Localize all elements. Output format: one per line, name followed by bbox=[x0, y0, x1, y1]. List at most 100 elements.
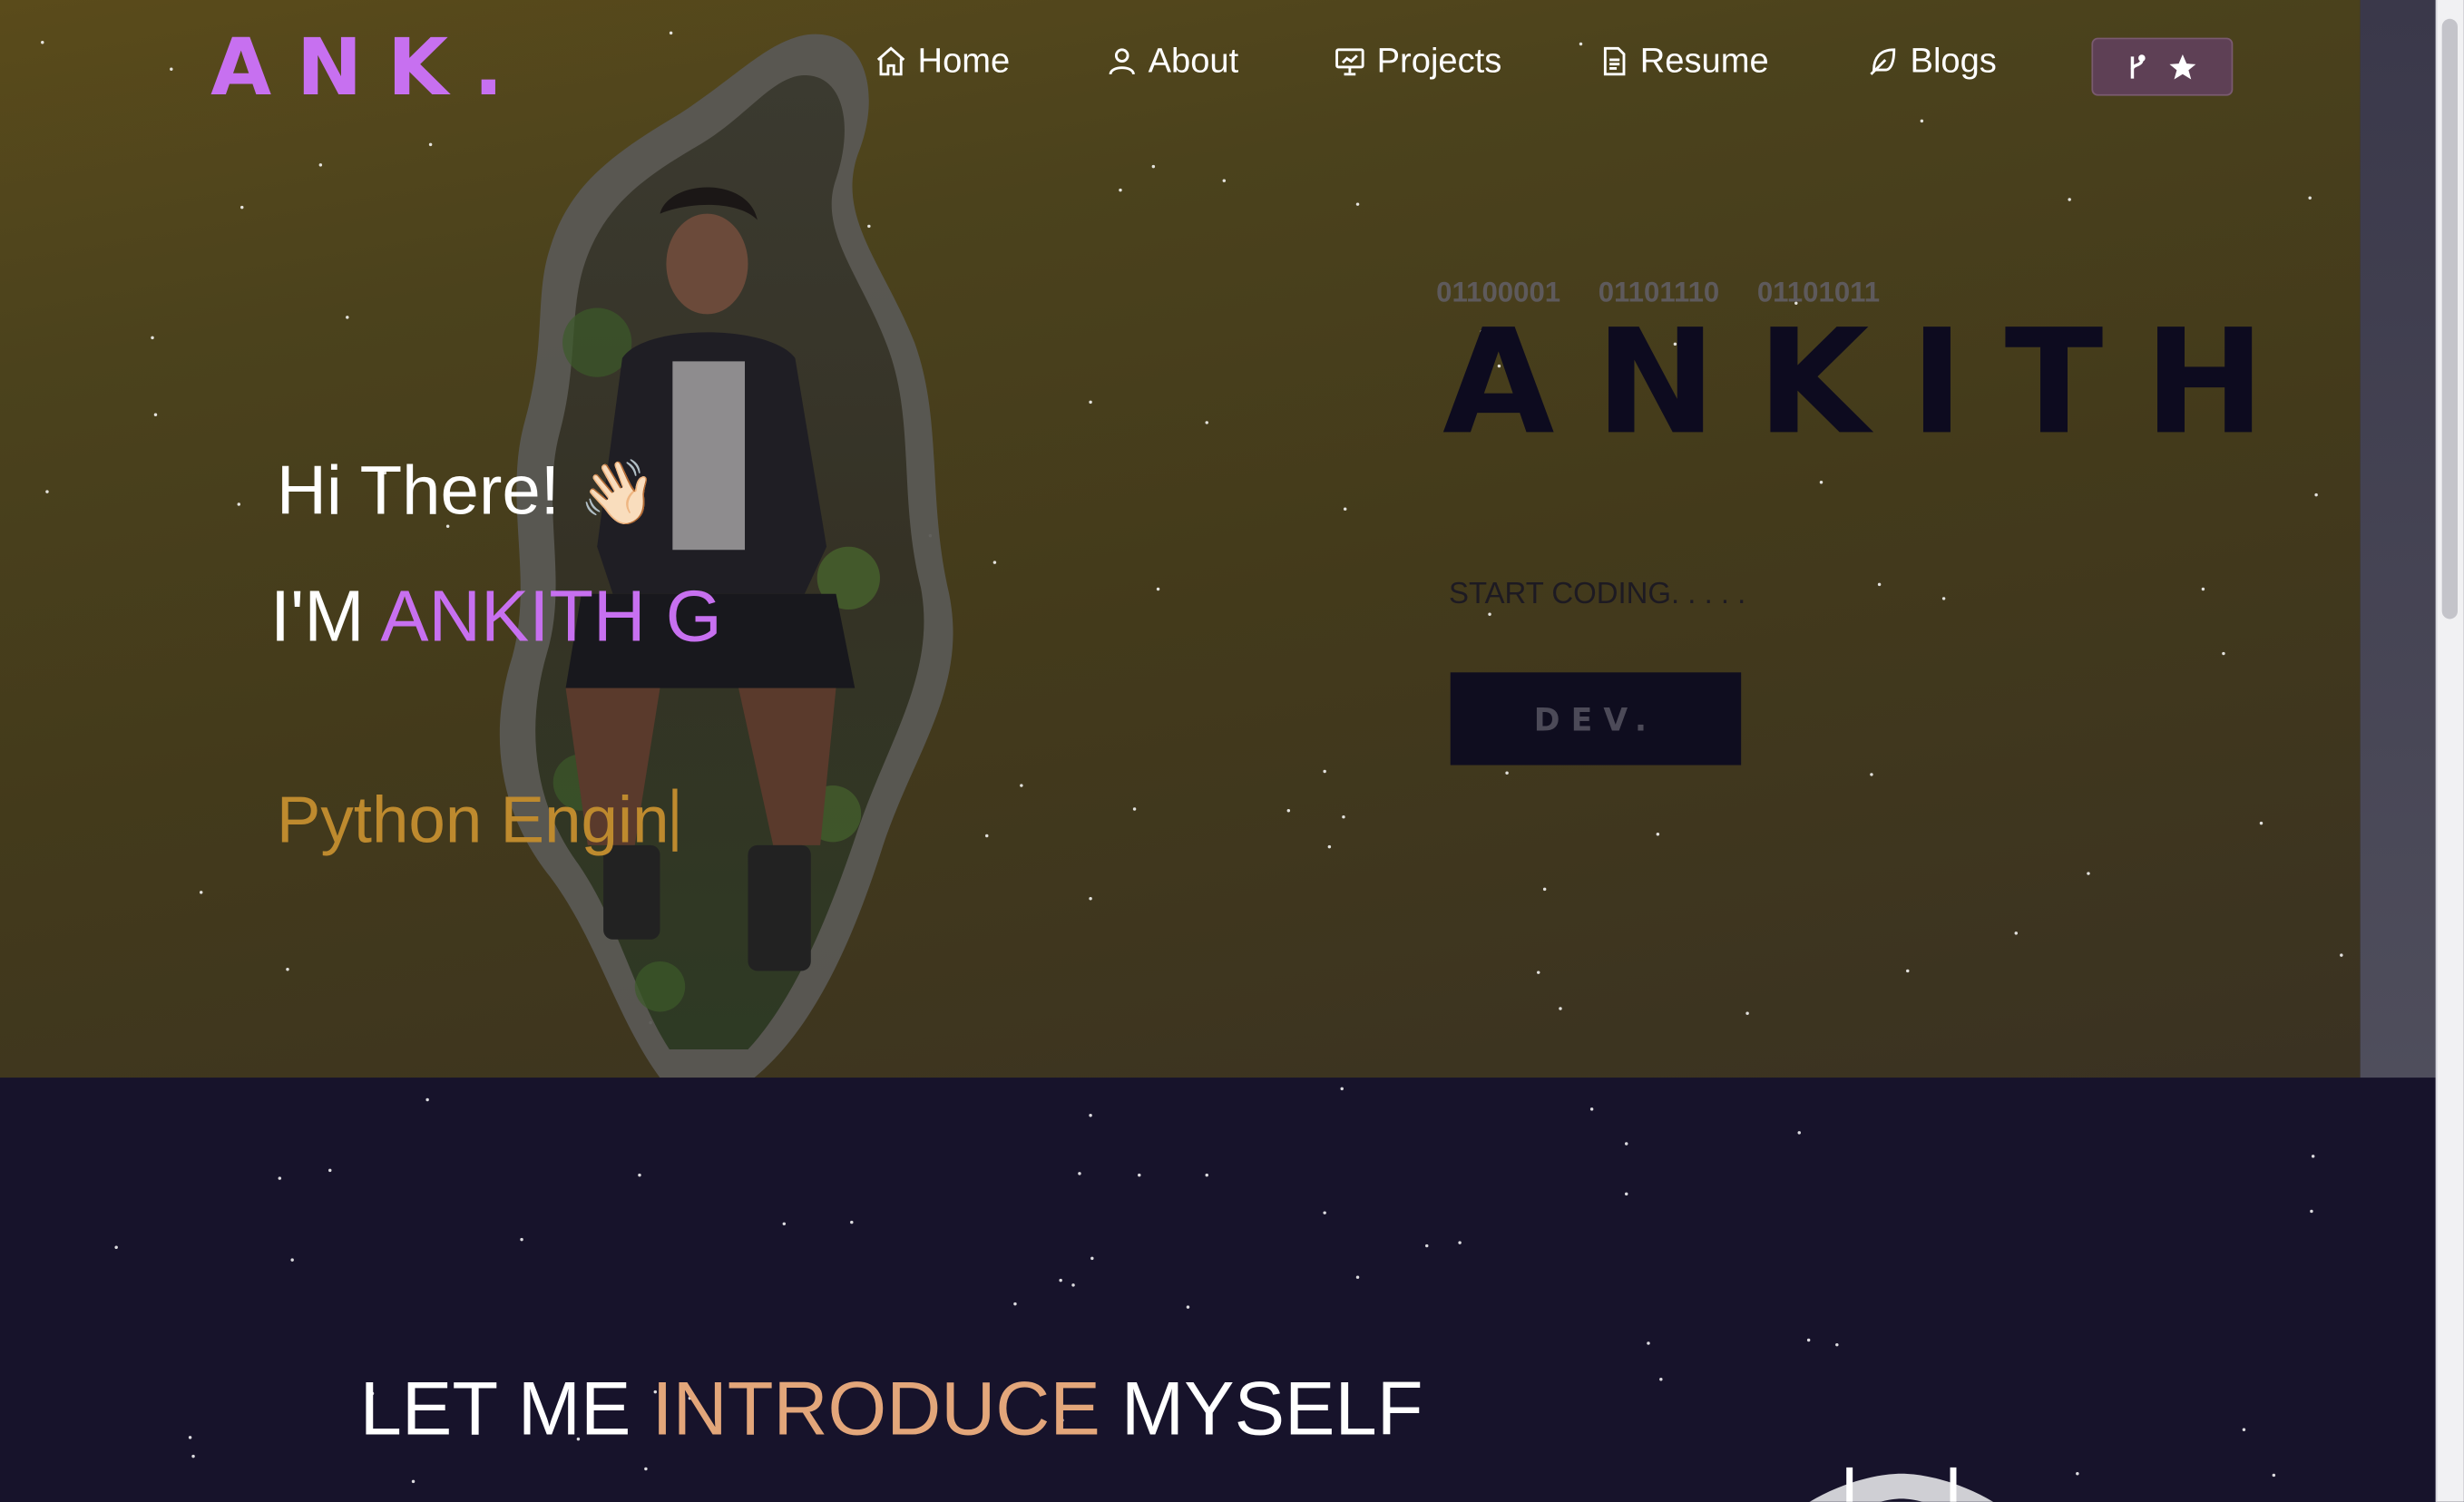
page-edge bbox=[2360, 0, 2436, 1078]
star-dot bbox=[191, 1454, 195, 1458]
star-dot bbox=[1797, 1131, 1801, 1135]
star-dot bbox=[2259, 821, 2264, 825]
greeting-heading: Hi There! 👋🏻 bbox=[277, 453, 658, 532]
document-icon bbox=[1603, 46, 1625, 76]
star-dot bbox=[2308, 196, 2312, 200]
main-nav: Home About Projects Resume Blogs bbox=[874, 41, 1997, 82]
star-dot bbox=[1078, 1172, 1081, 1175]
star-dot bbox=[1624, 1192, 1628, 1196]
presentation-icon bbox=[1335, 48, 1364, 76]
star-dot bbox=[1542, 887, 1547, 892]
star-dot bbox=[286, 967, 289, 971]
star-dot bbox=[1323, 1211, 1326, 1214]
star-dot bbox=[1488, 612, 1491, 616]
star-dot bbox=[1186, 1305, 1190, 1309]
intro-heading: LET ME INTRODUCE MYSELF bbox=[360, 1367, 1423, 1453]
greeting-text: Hi There! bbox=[276, 452, 560, 530]
star-dot bbox=[1505, 771, 1509, 775]
wave-emoji: 👋🏻 bbox=[579, 458, 658, 528]
star-dot bbox=[237, 502, 241, 506]
star-dot bbox=[1656, 833, 1660, 836]
name-heading: I'M ANKITH G bbox=[270, 573, 722, 658]
star-dot bbox=[1745, 1011, 1749, 1015]
star-dot bbox=[1536, 970, 1540, 974]
typing-cursor bbox=[672, 788, 678, 852]
star-dot bbox=[1877, 582, 1882, 587]
star-dot bbox=[2222, 651, 2225, 656]
nav-item-about[interactable]: About bbox=[1104, 41, 1238, 82]
nav-label: Projects bbox=[1376, 41, 1502, 81]
star-dot bbox=[1342, 814, 1345, 819]
star-dot bbox=[1222, 179, 1227, 182]
hero-section: ANK. Home About Projects Resume Blogs Hi… bbox=[0, 0, 2361, 1078]
star-dot bbox=[1138, 1173, 1141, 1177]
star-dot bbox=[41, 41, 44, 44]
hero-name: ANKITH G bbox=[380, 574, 722, 658]
star-dot bbox=[1071, 1283, 1075, 1287]
star-dot bbox=[240, 205, 244, 210]
star-dot bbox=[2311, 1155, 2315, 1158]
scrollbar-thumb[interactable] bbox=[2441, 18, 2459, 619]
nav-label: Blogs bbox=[1910, 41, 1997, 81]
star-dot bbox=[45, 490, 49, 493]
star-dot bbox=[2242, 1428, 2246, 1431]
star-dot bbox=[1089, 400, 1092, 405]
nav-item-projects[interactable]: Projects bbox=[1333, 41, 1501, 82]
nav-item-resume[interactable]: Resume bbox=[1596, 41, 1769, 82]
star-dot bbox=[151, 336, 154, 340]
star-dot bbox=[278, 1176, 282, 1180]
star-dot bbox=[290, 1258, 294, 1262]
star-dot bbox=[985, 834, 989, 838]
star-dot bbox=[1286, 809, 1291, 813]
star-dot bbox=[1425, 1244, 1429, 1248]
star-dot bbox=[1819, 481, 1824, 484]
star-dot bbox=[992, 561, 997, 564]
star-dot bbox=[1458, 1241, 1462, 1244]
star-dot bbox=[1205, 1173, 1208, 1177]
start-coding-text: START CODING. . . . . bbox=[1448, 578, 1746, 611]
star-dot bbox=[1151, 164, 1156, 169]
star-dot bbox=[411, 1479, 416, 1484]
star-dot bbox=[328, 1168, 332, 1173]
user-icon bbox=[1109, 48, 1135, 75]
star-dot bbox=[520, 1237, 523, 1242]
feather-icon bbox=[1869, 48, 1895, 75]
big-name-title: ANKITH bbox=[1442, 298, 2306, 467]
star-dot bbox=[1132, 807, 1137, 811]
star-dot bbox=[1089, 1114, 1092, 1117]
star-dot bbox=[2201, 587, 2205, 591]
star-dot bbox=[346, 316, 349, 319]
star-dot bbox=[2014, 931, 2019, 935]
star-dot bbox=[1624, 1142, 1628, 1146]
intro-title-part1: LET ME bbox=[359, 1368, 631, 1452]
intro-title-part2: MYSELF bbox=[1120, 1368, 1423, 1452]
nav-label: Resume bbox=[1639, 41, 1769, 81]
github-fork-button[interactable] bbox=[2091, 37, 2234, 96]
star-dot bbox=[1156, 587, 1160, 591]
star-dot bbox=[188, 1436, 192, 1439]
star-dot bbox=[170, 67, 173, 71]
typed-role: Python Engin bbox=[276, 782, 670, 856]
star-dot bbox=[199, 891, 203, 894]
star-dot bbox=[1835, 1342, 1839, 1347]
star-dot bbox=[2310, 1209, 2313, 1214]
star-dot bbox=[1906, 969, 1910, 973]
star-dot bbox=[318, 163, 323, 167]
star-dot bbox=[2272, 1473, 2276, 1478]
site-logo[interactable]: ANK. bbox=[210, 22, 528, 112]
star-dot bbox=[644, 1467, 648, 1471]
nav-item-home[interactable]: Home bbox=[874, 41, 1010, 82]
dev-button[interactable]: DEV. bbox=[1450, 672, 1742, 766]
git-fork-icon bbox=[2130, 54, 2146, 78]
star-dot bbox=[1205, 421, 1208, 424]
star-dot bbox=[428, 142, 433, 147]
page-viewport: ANK. Home About Projects Resume Blogs Hi… bbox=[0, 0, 2464, 1502]
nav-item-blogs[interactable]: Blogs bbox=[1863, 41, 1997, 82]
star-dot bbox=[1340, 1087, 1344, 1091]
intro-title-accent: INTRODUCE bbox=[651, 1368, 1100, 1452]
star-dot bbox=[1920, 119, 1924, 123]
star-dot bbox=[1355, 202, 1360, 206]
star-dot bbox=[1559, 1007, 1562, 1010]
star-dot bbox=[1020, 784, 1023, 787]
star-dot bbox=[1355, 1275, 1360, 1279]
